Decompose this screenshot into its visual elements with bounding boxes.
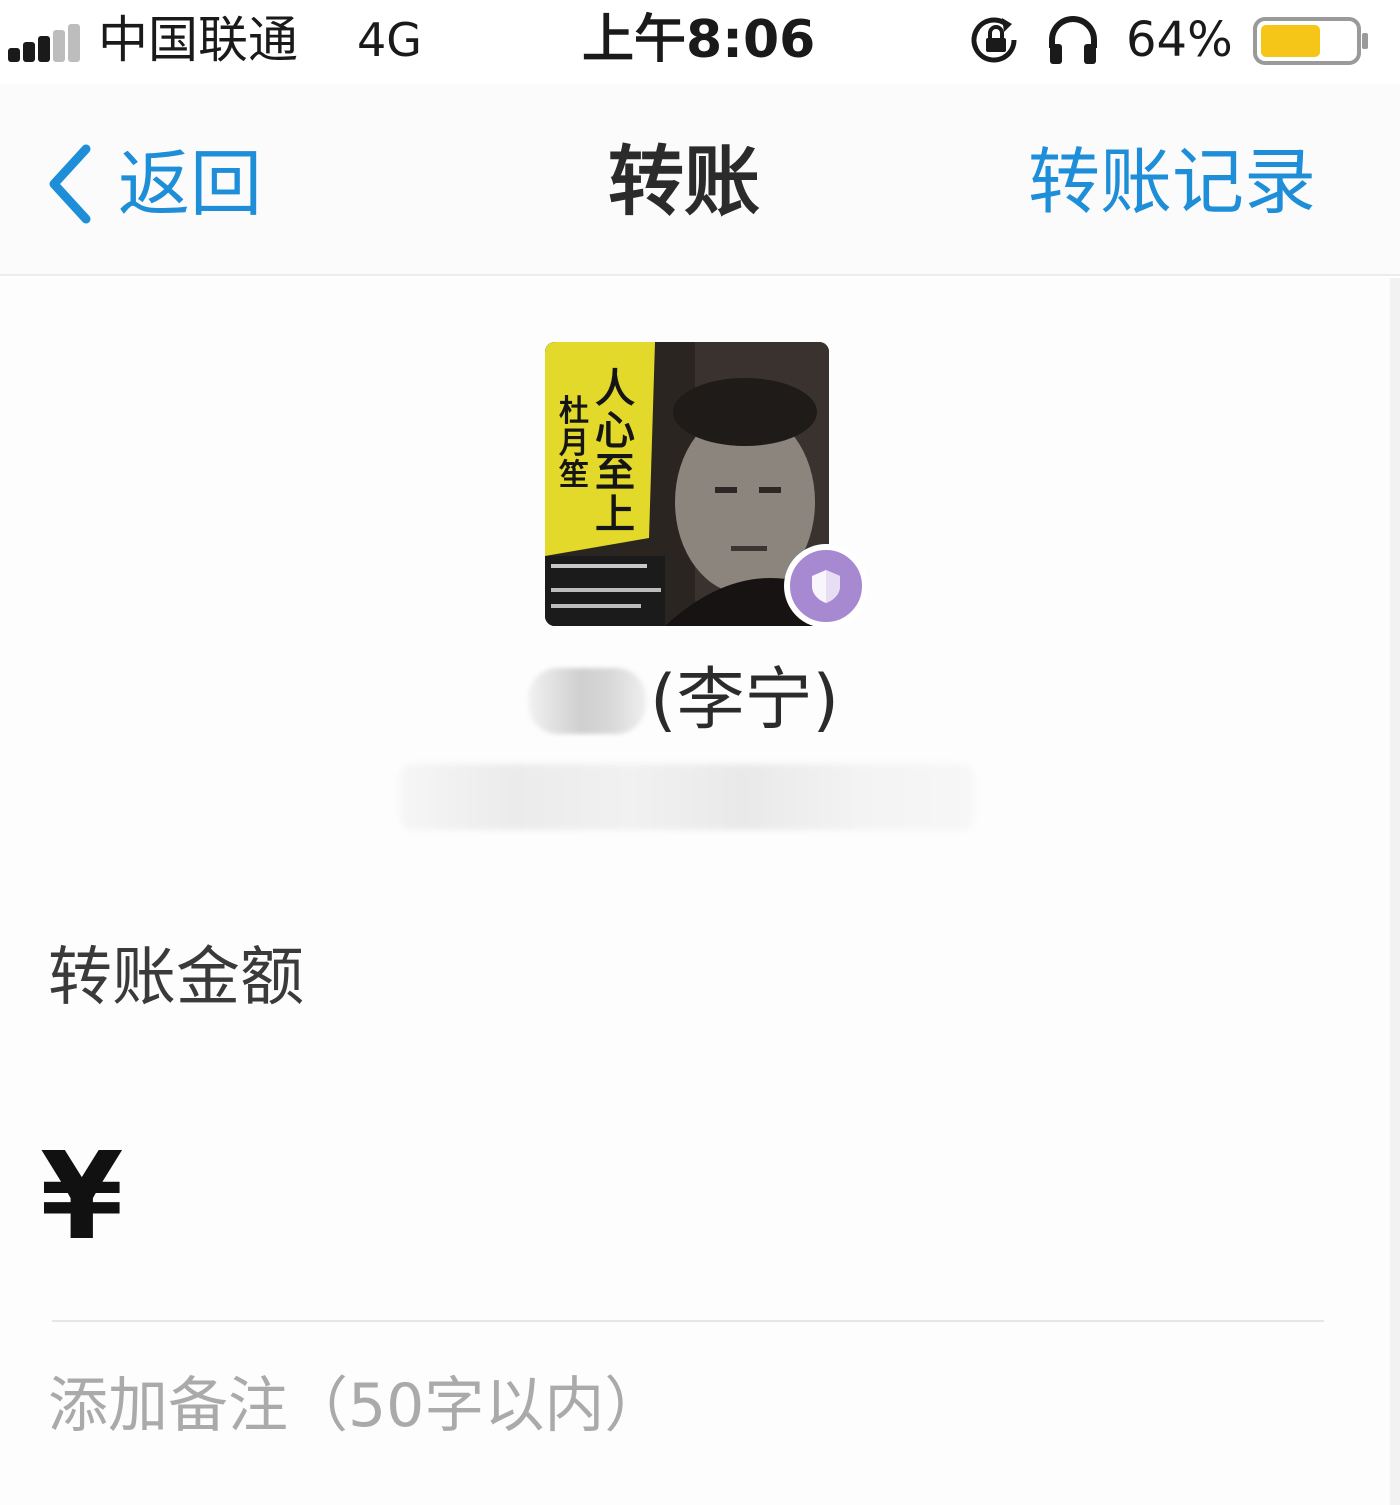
- transfer-form: 人心至上 杜月笙 (李宁) 转账金额 ¥: [0, 278, 1400, 1505]
- redacted-nickname: [528, 668, 646, 734]
- status-bar: 中国联通 4G 上午8:06 64%: [0, 0, 1400, 84]
- signal-icon: [8, 22, 82, 62]
- carrier-name: 中国联通: [98, 11, 298, 69]
- chevron-left-icon: [49, 144, 91, 224]
- recipient-name: (李宁): [650, 661, 840, 740]
- scroll-edge: [1390, 278, 1400, 1505]
- note-input[interactable]: [48, 1358, 1324, 1454]
- avatar-author: 杜月笙: [559, 394, 589, 493]
- nav-bar: 转账 返回 转账记录: [0, 84, 1400, 276]
- avatar-title: 人心至上: [595, 365, 635, 538]
- redacted-account: [400, 764, 974, 830]
- recipient-info: (李宁): [0, 658, 1400, 748]
- amount-input[interactable]: [143, 1138, 1400, 1258]
- status-time: 上午8:06: [582, 10, 816, 70]
- amount-label: 转账金额: [48, 941, 304, 1015]
- transfer-records-link[interactable]: 转账记录: [1028, 134, 1316, 230]
- divider: [52, 1320, 1324, 1322]
- battery-percent: 64%: [1126, 12, 1233, 68]
- battery-icon: [1253, 17, 1368, 65]
- back-button[interactable]: 返回: [40, 134, 280, 234]
- amount-row: ¥: [40, 1118, 1400, 1278]
- network-type: 4G: [357, 13, 422, 67]
- headphones-icon: [1049, 16, 1097, 64]
- verified-badge-icon: [784, 544, 868, 628]
- back-label: 返回: [118, 142, 263, 226]
- transfer-page: 中国联通 4G 上午8:06 64% 转账 返回 转账记录 人心至上 杜月笙 (…: [0, 0, 1400, 1505]
- orientation-lock-icon: [971, 17, 1017, 63]
- currency-symbol: ¥: [40, 1128, 124, 1267]
